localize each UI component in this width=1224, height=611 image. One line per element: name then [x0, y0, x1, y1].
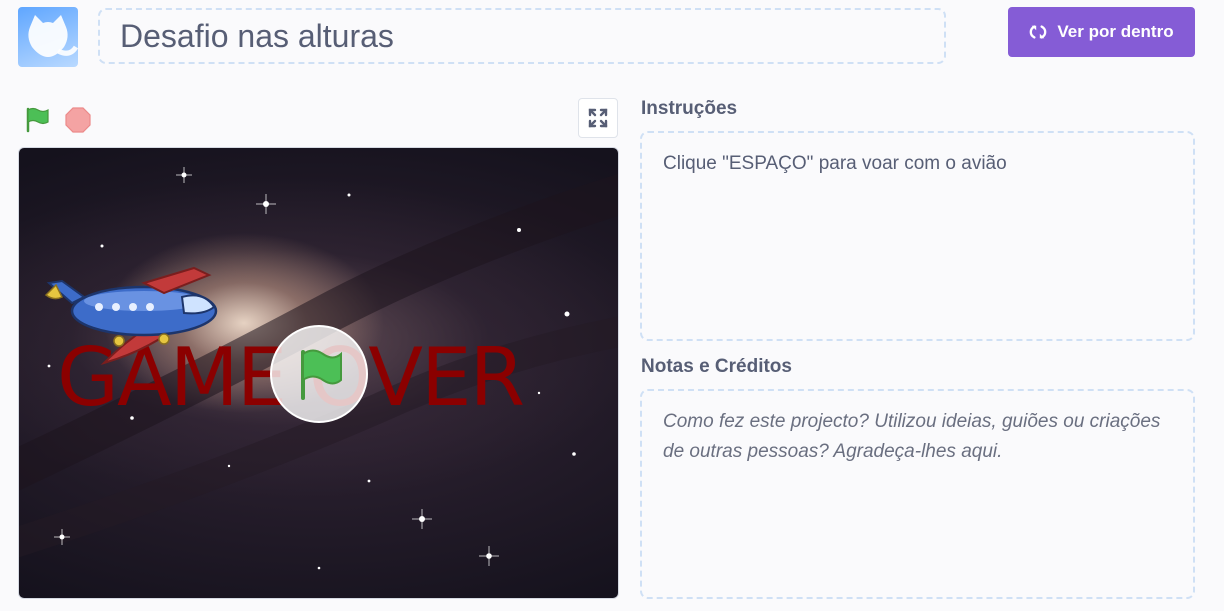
- green-flag-button[interactable]: [22, 105, 52, 135]
- see-inside-label: Ver por dentro: [1057, 22, 1174, 41]
- project-title: Desafio nas alturas: [120, 17, 394, 54]
- notes-placeholder: Como fez este projecto? Utilizou ideias,…: [663, 411, 1161, 462]
- stop-button[interactable]: [63, 105, 93, 135]
- fullscreen-icon: [588, 108, 608, 128]
- green-flag-icon: [301, 349, 342, 400]
- fullscreen-button[interactable]: [578, 98, 618, 138]
- stop-icon: [65, 107, 91, 133]
- project-title-input[interactable]: Desafio nas alturas: [98, 8, 946, 64]
- plane-sprite-icon: [44, 266, 218, 366]
- instructions-heading: Instruções: [641, 98, 738, 119]
- notes-credits-textarea[interactable]: Como fez este projecto? Utilizou ideias,…: [640, 389, 1195, 599]
- start-flag-overlay-button[interactable]: [270, 325, 368, 423]
- remix-arrows-icon: [1030, 25, 1047, 39]
- notes-heading: Notas e Créditos: [641, 356, 792, 377]
- project-avatar[interactable]: [18, 7, 78, 67]
- instructions-textarea[interactable]: Clique "ESPAÇO" para voar com o avião: [640, 131, 1195, 341]
- instructions-text: Clique "ESPAÇO" para voar com o avião: [663, 153, 1007, 174]
- green-flag-icon: [26, 107, 49, 133]
- see-inside-button[interactable]: Ver por dentro: [1008, 7, 1195, 57]
- project-stage[interactable]: GAME OVER: [18, 147, 619, 599]
- cat-avatar-icon: [28, 15, 78, 57]
